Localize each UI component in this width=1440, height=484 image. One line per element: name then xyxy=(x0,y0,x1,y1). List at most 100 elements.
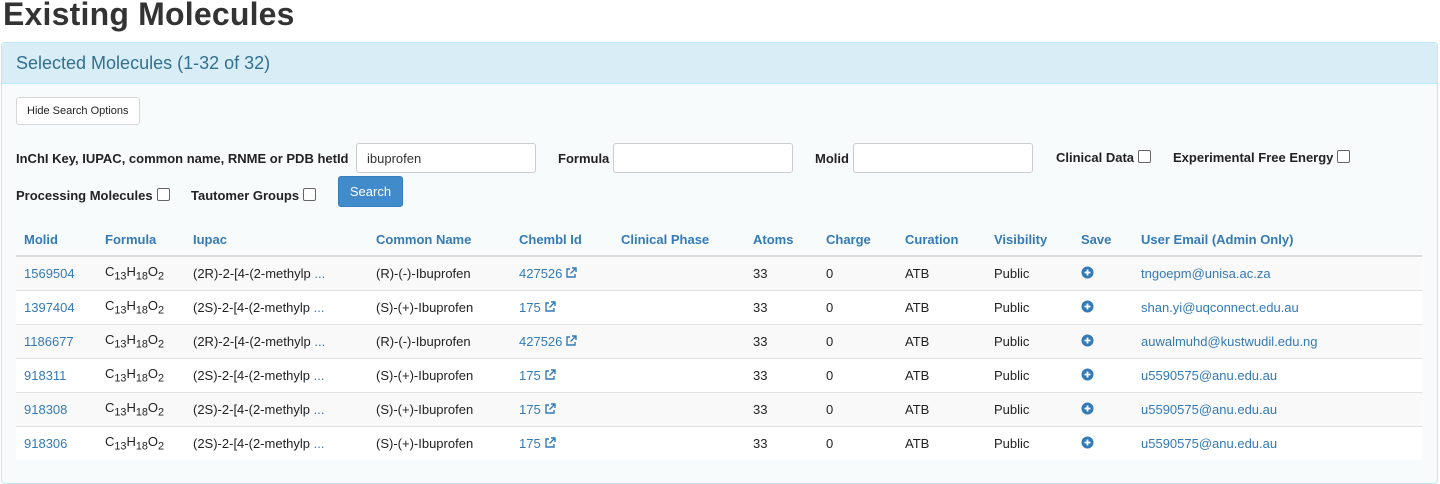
free-energy-checkbox[interactable] xyxy=(1337,150,1351,163)
formula-cell: C13H18O2 xyxy=(97,358,185,393)
formula-cell: C13H18O2 xyxy=(97,392,185,427)
chembl-link[interactable]: 175 xyxy=(519,402,556,417)
free-energy-label: Experimental Free Energy xyxy=(1173,150,1334,165)
col-formula[interactable]: Formula xyxy=(97,223,185,257)
common-name-cell: (S)-(+)-Ibuprofen xyxy=(368,392,511,427)
iupac-expand-link[interactable]: ... xyxy=(314,368,325,383)
formula-input[interactable] xyxy=(613,143,793,173)
charge-cell: 0 xyxy=(818,358,897,393)
hide-search-options-button[interactable]: Hide Search Options xyxy=(16,97,140,125)
iupac-expand-link[interactable]: ... xyxy=(314,300,325,315)
visibility-cell: Public xyxy=(986,290,1073,325)
molecules-table: Molid Formula Iupac Common Name Chembl I… xyxy=(16,223,1422,460)
plus-circle-icon[interactable] xyxy=(1081,402,1094,418)
formula-label: Formula xyxy=(558,151,610,166)
user-email-link[interactable]: auwalmuhd@kustwudil.edu.ng xyxy=(1141,334,1318,349)
plus-circle-icon[interactable] xyxy=(1081,368,1094,384)
plus-circle-icon[interactable] xyxy=(1081,436,1094,452)
external-link-icon xyxy=(545,403,556,414)
visibility-cell: Public xyxy=(986,426,1073,460)
visibility-cell: Public xyxy=(986,392,1073,427)
col-save[interactable]: Save xyxy=(1073,223,1133,257)
free-energy-option: Experimental Free Energy xyxy=(1173,150,1351,165)
query-input[interactable] xyxy=(356,143,536,173)
external-link-icon xyxy=(566,335,578,346)
clinical-data-checkbox[interactable] xyxy=(1138,150,1152,163)
user-email-link[interactable]: u5590575@anu.edu.au xyxy=(1141,368,1277,383)
molid-link[interactable]: 1569504 xyxy=(24,266,75,281)
user-email-link[interactable]: shan.yi@uqconnect.edu.au xyxy=(1141,300,1299,315)
clinical-data-option: Clinical Data xyxy=(1056,150,1152,165)
clinical-phase-cell xyxy=(613,426,745,460)
col-common-name[interactable]: Common Name xyxy=(368,223,511,257)
user-email-link[interactable]: u5590575@anu.edu.au xyxy=(1141,436,1277,451)
chembl-link[interactable]: 175 xyxy=(519,368,556,383)
chembl-link[interactable]: 175 xyxy=(519,436,556,451)
col-molid[interactable]: Molid xyxy=(16,223,97,257)
atoms-cell: 33 xyxy=(745,358,818,393)
atoms-cell: 33 xyxy=(745,426,818,460)
molid-label: Molid xyxy=(815,151,849,166)
molid-link[interactable]: 918306 xyxy=(24,436,67,451)
processing-checkbox[interactable] xyxy=(156,188,170,201)
iupac-cell: (2R)-2-[4-(2-methylp ... xyxy=(185,324,368,359)
selected-molecules-panel: Selected Molecules (1-32 of 32) Hide Sea… xyxy=(1,42,1438,484)
search-button[interactable]: Search xyxy=(338,176,403,207)
molid-input[interactable] xyxy=(853,143,1033,173)
plus-circle-icon[interactable] xyxy=(1081,266,1094,282)
molid-link[interactable]: 918311 xyxy=(24,368,66,383)
plus-circle-icon[interactable] xyxy=(1081,300,1094,316)
table-row: 1569504 C13H18O2 (2R)-2-[4-(2-methylp ..… xyxy=(16,255,1422,291)
curation-cell: ATB xyxy=(897,426,986,460)
curation-cell: ATB xyxy=(897,324,986,359)
plus-circle-icon[interactable] xyxy=(1081,334,1094,350)
clinical-phase-cell xyxy=(613,255,745,291)
charge-cell: 0 xyxy=(818,426,897,460)
clinical-data-label: Clinical Data xyxy=(1056,150,1135,165)
chembl-link[interactable]: 175 xyxy=(519,300,556,315)
atoms-cell: 33 xyxy=(745,324,818,359)
external-link-icon xyxy=(545,369,556,380)
col-atoms[interactable]: Atoms xyxy=(745,223,818,257)
clinical-phase-cell xyxy=(613,290,745,325)
table-row: 918306 C13H18O2 (2S)-2-[4-(2-methylp ...… xyxy=(16,426,1422,460)
common-name-cell: (S)-(+)-Ibuprofen xyxy=(368,290,511,325)
user-email-link[interactable]: u5590575@anu.edu.au xyxy=(1141,402,1277,417)
chembl-link[interactable]: 427526 xyxy=(519,334,578,349)
col-charge[interactable]: Charge xyxy=(818,223,897,257)
col-user-email[interactable]: User Email (Admin Only) xyxy=(1133,223,1422,257)
charge-cell: 0 xyxy=(818,255,897,291)
charge-cell: 0 xyxy=(818,290,897,325)
chembl-link[interactable]: 427526 xyxy=(519,266,578,281)
common-name-cell: (R)-(-)-Ibuprofen xyxy=(368,255,511,291)
iupac-expand-link[interactable]: ... xyxy=(314,266,325,281)
clinical-phase-cell xyxy=(613,324,745,359)
curation-cell: ATB xyxy=(897,358,986,393)
col-visibility[interactable]: Visibility xyxy=(986,223,1073,257)
external-link-icon xyxy=(566,267,578,278)
col-curation[interactable]: Curation xyxy=(897,223,986,257)
charge-cell: 0 xyxy=(818,392,897,427)
common-name-cell: (S)-(+)-Ibuprofen xyxy=(368,358,511,393)
clinical-phase-cell xyxy=(613,392,745,427)
atoms-cell: 33 xyxy=(745,255,818,291)
user-email-link[interactable]: tngoepm@unisa.ac.za xyxy=(1141,266,1271,281)
col-iupac[interactable]: Iupac xyxy=(185,223,368,257)
iupac-expand-link[interactable]: ... xyxy=(314,334,325,349)
table-row: 1186677 C13H18O2 (2R)-2-[4-(2-methylp ..… xyxy=(16,324,1422,359)
col-chembl-id[interactable]: Chembl Id xyxy=(511,223,613,257)
formula-cell: C13H18O2 xyxy=(97,426,185,460)
common-name-cell: (S)-(+)-Ibuprofen xyxy=(368,426,511,460)
processing-label: Processing Molecules xyxy=(16,188,153,203)
tautomer-checkbox[interactable] xyxy=(303,188,317,201)
external-link-icon xyxy=(545,301,556,312)
col-clinical-phase[interactable]: Clinical Phase xyxy=(613,223,745,257)
molid-link[interactable]: 918308 xyxy=(24,402,67,417)
molid-link[interactable]: 1397404 xyxy=(24,300,75,315)
molid-link[interactable]: 1186677 xyxy=(24,334,74,349)
iupac-cell: (2S)-2-[4-(2-methylp ... xyxy=(185,426,368,460)
visibility-cell: Public xyxy=(986,358,1073,393)
iupac-expand-link[interactable]: ... xyxy=(314,402,325,417)
iupac-expand-link[interactable]: ... xyxy=(314,436,325,451)
atoms-cell: 33 xyxy=(745,392,818,427)
